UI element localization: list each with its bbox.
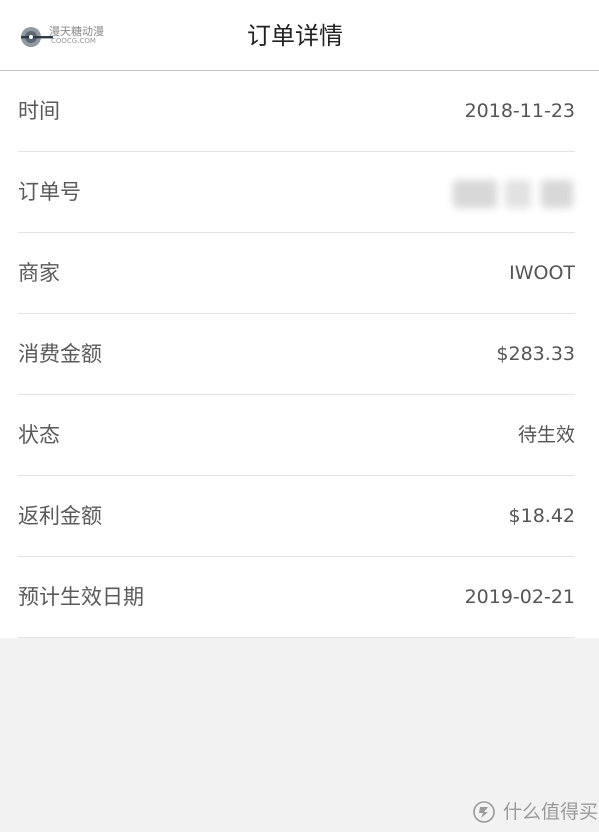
order-detail-list: 时间 2018-11-23 订单号 商家 IWOOT 消费金额 $283.33 … (0, 71, 599, 638)
row-value: 2019-02-21 (464, 586, 575, 608)
row-label: 消费金额 (18, 342, 102, 366)
watermark-text: 什么值得买 (503, 801, 599, 823)
row-value: IWOOT (509, 262, 575, 284)
row-expected-effective-date: 预计生效日期 2019-02-21 (18, 557, 575, 638)
row-value: 待生效 (517, 424, 575, 446)
row-label: 状态 (18, 423, 60, 447)
row-value: 2018-11-23 (464, 100, 575, 122)
row-spend-amount: 消费金额 $283.33 (18, 314, 575, 395)
row-status: 状态 待生效 (18, 395, 575, 476)
row-rebate-amount: 返利金额 $18.42 (18, 476, 575, 557)
row-order-number: 订单号 (18, 152, 575, 233)
row-label: 预计生效日期 (18, 585, 144, 609)
page-title: 订单详情 (247, 22, 343, 50)
row-label: 商家 (18, 261, 60, 285)
row-label: 订单号 (18, 180, 81, 204)
smzdm-logo-icon (473, 801, 495, 823)
row-label: 时间 (18, 99, 60, 123)
row-value: $283.33 (496, 343, 575, 365)
row-value: $18.42 (508, 505, 575, 527)
nav-bar: 漫天糖动漫 COOCG.COM 订单详情 (0, 0, 599, 71)
row-merchant: 商家 IWOOT (18, 233, 575, 314)
row-time: 时间 2018-11-23 (18, 71, 575, 152)
row-label: 返利金额 (18, 504, 102, 528)
redacted-order-number (453, 180, 573, 208)
